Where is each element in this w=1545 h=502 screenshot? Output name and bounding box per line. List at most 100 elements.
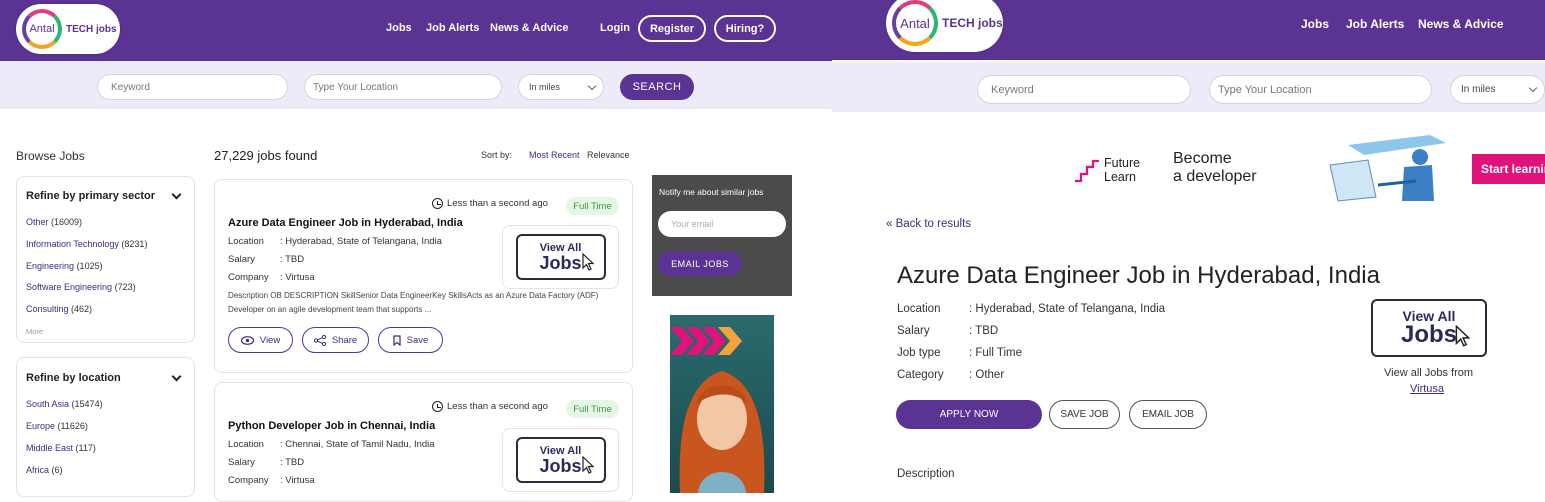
view-all-big: Jobs	[539, 455, 582, 476]
view-all-jobs-frame: View All Jobs	[515, 234, 606, 280]
futurelearn-logo-icon	[1075, 159, 1099, 183]
company-label: Company	[228, 272, 269, 283]
facet-count: (16009)	[51, 217, 83, 227]
facet-name: Middle East	[26, 443, 74, 453]
left-header	[0, 0, 832, 61]
hiring-button[interactable]: Hiring?	[714, 15, 776, 42]
results-count: 27,229 jobs found	[214, 148, 318, 163]
facet-item[interactable]: Engineering (1025)	[26, 261, 103, 271]
view-all-small: View All	[539, 241, 582, 254]
posted-time: Less than a second ago	[432, 401, 548, 412]
location-label: Location	[228, 236, 264, 247]
back-to-results-link[interactable]: « Back to results	[886, 218, 971, 230]
distance-value: In miles	[529, 82, 561, 92]
facet-name: Consulting	[26, 304, 69, 314]
salary-value: : TBD	[280, 254, 305, 265]
distance-select[interactable]: In miles	[518, 74, 604, 100]
sort-relevance[interactable]: Relevance	[587, 150, 630, 160]
search-button[interactable]: SEARCH	[620, 74, 694, 100]
view-all-jobs-frame: View All Jobs	[1371, 299, 1487, 357]
eye-icon	[240, 335, 254, 345]
nav-news-advice[interactable]: News & Advice	[1418, 17, 1504, 31]
facet-name: Europe	[26, 421, 56, 431]
nav-job-alerts[interactable]: Job Alerts	[1346, 17, 1404, 31]
distance-select[interactable]: In miles	[1450, 75, 1545, 104]
facet-count: (8231)	[121, 239, 148, 249]
logo-ring-icon: Antal	[892, 0, 938, 46]
futurelearn-brand-2: Learn	[1104, 170, 1136, 184]
start-learning-button[interactable]: Start learnin	[1472, 154, 1545, 184]
facet-item[interactable]: Middle East (117)	[26, 443, 96, 453]
facet-item[interactable]: Other (16009)	[26, 217, 82, 227]
facet-count: (117)	[75, 443, 96, 453]
email-jobs-button[interactable]: EMAIL JOBS	[658, 251, 742, 276]
company-link[interactable]: Virtusa	[1410, 383, 1444, 395]
job-title-link[interactable]: Azure Data Engineer Job in Hyderabad, In…	[228, 217, 463, 229]
sort-label: Sort by:	[481, 150, 513, 160]
facet-count: (11626)	[57, 421, 88, 431]
job-type-badge: Full Time	[566, 197, 619, 215]
sort-most-recent[interactable]: Most Recent	[529, 150, 580, 160]
email-job-button[interactable]: EMAIL JOB	[1129, 400, 1207, 429]
nav-jobs[interactable]: Jobs	[386, 22, 412, 34]
facet-item[interactable]: Europe (11626)	[26, 421, 88, 431]
detail-value: : Hyderabad, State of Telangana, India	[969, 303, 1166, 315]
logo-suffix: TECH jobs	[66, 23, 117, 35]
facet-item[interactable]: Africa (6)	[26, 465, 63, 475]
view-all-jobs-button[interactable]: View All Jobs	[502, 428, 619, 492]
posted-time-text: Less than a second ago	[447, 401, 548, 412]
distance-value: In miles	[1461, 84, 1496, 95]
keyword-input[interactable]: Keyword	[97, 74, 288, 100]
location-facet-title[interactable]: Refine by location	[26, 372, 121, 384]
share-icon	[313, 334, 326, 346]
banner-headline-2: a developer	[1173, 168, 1257, 185]
facet-more-link[interactable]: More	[26, 327, 43, 336]
ad-banner-image[interactable]	[670, 315, 774, 493]
salary-value: : TBD	[280, 457, 305, 468]
login-link[interactable]: Login	[600, 22, 630, 34]
nav-news-advice[interactable]: News & Advice	[490, 22, 568, 34]
keyword-input[interactable]: Keyword	[977, 75, 1191, 104]
company-label: Company	[228, 475, 269, 486]
left-logo[interactable]: Antal TECH jobs	[16, 4, 120, 54]
nav-jobs[interactable]: Jobs	[1301, 17, 1329, 31]
save-job-button[interactable]: Save	[378, 327, 443, 353]
view-all-big: Jobs	[1400, 321, 1457, 348]
view-all-small: View All	[539, 444, 582, 457]
facet-name: Information Technology	[26, 239, 119, 249]
facet-item[interactable]: Software Engineering (723)	[26, 282, 136, 292]
facet-count: (723)	[114, 282, 136, 292]
view-all-big: Jobs	[539, 252, 582, 273]
share-job-button[interactable]: Share	[302, 327, 369, 353]
bookmark-icon	[393, 334, 401, 346]
location-value: : Chennai, State of Tamil Nadu, India	[280, 439, 435, 450]
apply-now-button[interactable]: APPLY NOW	[896, 400, 1042, 429]
register-button[interactable]: Register	[638, 15, 706, 42]
view-all-jobs-frame: View All Jobs	[515, 437, 606, 483]
location-input[interactable]: Type Your Location	[304, 74, 502, 100]
facet-item[interactable]: Information Technology (8231)	[26, 239, 147, 249]
person-photo	[679, 371, 765, 493]
facet-name: Africa	[26, 465, 50, 475]
clock-icon	[432, 198, 443, 209]
job-type-badge: Full Time	[566, 400, 619, 418]
nav-job-alerts[interactable]: Job Alerts	[426, 22, 479, 34]
facet-item[interactable]: Consulting (462)	[26, 304, 92, 314]
detail-value: : TBD	[969, 325, 999, 337]
view-all-jobs-button[interactable]: View All Jobs	[502, 225, 619, 289]
notify-email-input[interactable]: Your email	[658, 211, 786, 237]
logo-brand: Antal	[29, 23, 55, 35]
location-input[interactable]: Type Your Location	[1209, 75, 1432, 104]
logo-ring-icon: Antal	[22, 9, 62, 49]
sector-facet-title[interactable]: Refine by primary sector	[26, 190, 155, 202]
save-job-button[interactable]: SAVE JOB	[1049, 400, 1120, 429]
save-label: Save	[406, 334, 429, 346]
facet-item[interactable]: South Asia (15474)	[26, 399, 103, 409]
right-logo[interactable]: Antal TECH jobs	[886, 0, 1003, 52]
detail-label: Salary	[897, 325, 930, 337]
facet-count: (6)	[51, 465, 63, 475]
futurelearn-brand-1: Future	[1104, 156, 1141, 170]
view-job-button[interactable]: View	[228, 327, 293, 353]
job-title-link[interactable]: Python Developer Job in Chennai, India	[228, 420, 435, 432]
view-all-jobs-button[interactable]: View All Jobs	[1371, 299, 1487, 357]
